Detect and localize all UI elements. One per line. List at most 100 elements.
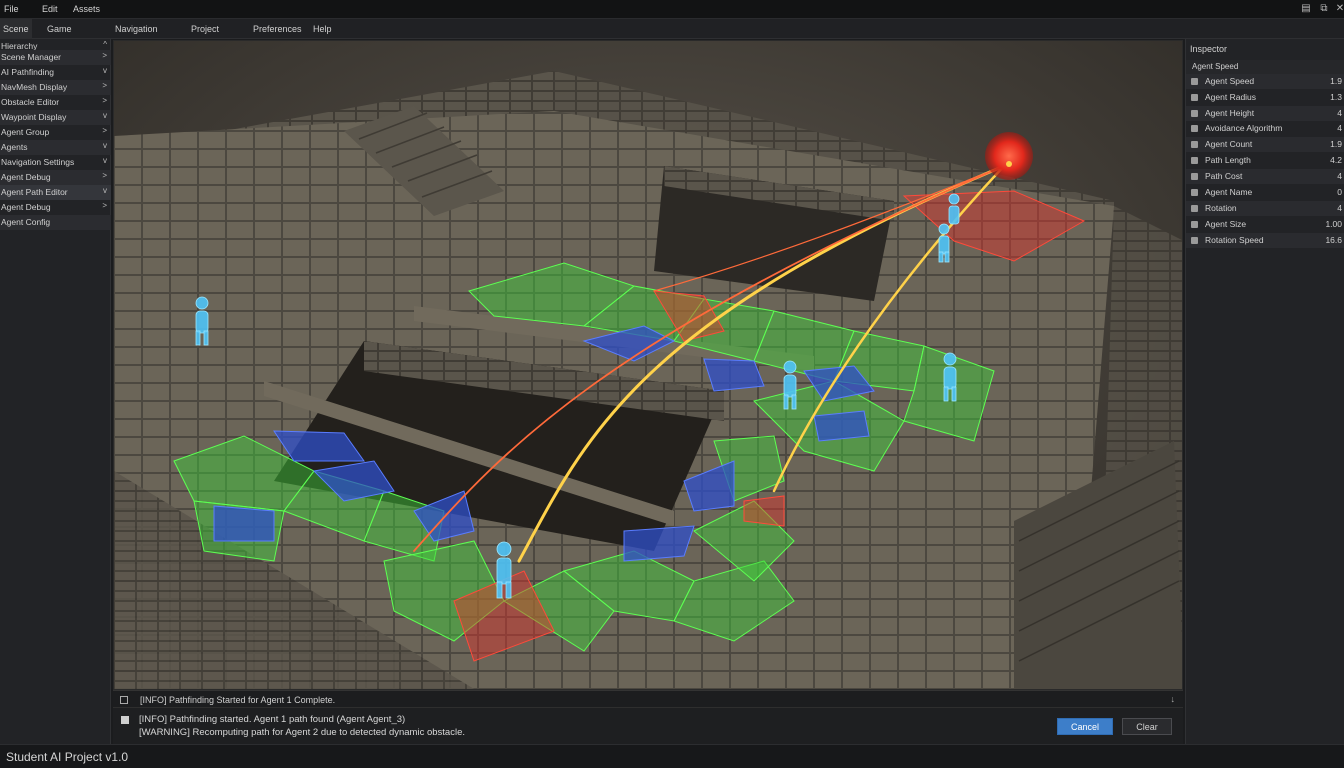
left-item-2[interactable]: AI Pathfinding v: [0, 65, 111, 80]
close-icon[interactable]: ✕: [1334, 3, 1344, 15]
console-line-info: [INFO] Pathfinding started. Agent 1 path…: [139, 714, 406, 725]
hierarchy-panel: Hierarchy ^ Scene Manager > AI Pathfinding…: [0, 39, 111, 744]
menu-bar: File Edit Assets ▤ ⧉ ✕: [0, 0, 1344, 19]
property-value[interactable]: 1.9: [1330, 139, 1342, 149]
property-value[interactable]: 4: [1337, 123, 1342, 133]
property-label: Agent Count: [1205, 139, 1253, 149]
menu-edit[interactable]: Edit: [42, 4, 58, 14]
inspector-row[interactable]: Agent Height 4: [1186, 106, 1344, 121]
inspector-section-header[interactable]: Agent Speed: [1186, 60, 1344, 74]
agent-5[interactable]: [948, 193, 960, 225]
property-value[interactable]: 1.9: [1330, 76, 1342, 86]
cancel-button[interactable]: Cancel: [1057, 718, 1113, 735]
target-marker[interactable]: [985, 132, 1033, 180]
chevron-icon[interactable]: v: [103, 156, 107, 165]
property-label: Agent Size: [1205, 219, 1247, 229]
tab-navigation[interactable]: Navigation: [112, 19, 161, 39]
left-item-6[interactable]: Agent Group >: [0, 125, 111, 140]
property-value[interactable]: 4: [1337, 203, 1342, 213]
left-item-8[interactable]: Navigation Settings v: [0, 155, 111, 170]
inspector-row[interactable]: Agent Size 1.00: [1186, 217, 1344, 232]
property-value[interactable]: 1.00: [1325, 219, 1342, 229]
chevron-icon[interactable]: v: [103, 111, 107, 120]
chevron-icon[interactable]: >: [102, 126, 107, 135]
chevron-down-icon[interactable]: ↓: [1171, 694, 1176, 704]
toolbar: Scene Game Navigation Project Preference…: [0, 19, 1344, 39]
property-label: Avoidance Algorithm: [1205, 123, 1283, 133]
property-value[interactable]: 1.3: [1330, 92, 1342, 102]
inspector-section-label: Agent Speed: [1192, 62, 1239, 71]
clear-button[interactable]: Clear: [1122, 718, 1172, 735]
menu-file[interactable]: File: [4, 4, 19, 14]
inspector-row[interactable]: Rotation Speed 16.6: [1186, 233, 1344, 248]
left-item-9[interactable]: Agent Debug >: [0, 170, 111, 185]
property-value[interactable]: 16.6: [1325, 235, 1342, 245]
inspector-row[interactable]: Rotation 4: [1186, 201, 1344, 216]
tab-project[interactable]: Project: [188, 19, 222, 39]
property-icon: [1191, 189, 1198, 196]
status-bar: Student AI Project v1.0: [0, 744, 1344, 768]
inspector-row[interactable]: Agent Radius 1.3: [1186, 90, 1344, 105]
chevron-icon[interactable]: >: [102, 96, 107, 105]
console-checkbox[interactable]: [121, 716, 129, 724]
menu-assets[interactable]: Assets: [73, 4, 100, 14]
left-item-10[interactable]: Agent Path Editor v: [0, 185, 111, 200]
left-item-label: AI Pathfinding: [1, 67, 54, 77]
property-icon: [1191, 221, 1198, 228]
left-item-4[interactable]: Obstacle Editor >: [0, 95, 111, 110]
property-value[interactable]: 4: [1337, 171, 1342, 181]
minimize-icon[interactable]: ▤: [1300, 3, 1312, 15]
left-item-3[interactable]: NavMesh Display >: [0, 80, 111, 95]
left-item-label: Waypoint Display: [1, 112, 67, 122]
property-label: Agent Height: [1205, 108, 1255, 118]
tab-game[interactable]: Game: [44, 19, 75, 39]
left-item-label: Scene Manager: [1, 52, 62, 62]
property-icon: [1191, 157, 1198, 164]
inspector-title: Inspector: [1190, 44, 1228, 54]
property-value[interactable]: 0: [1337, 187, 1342, 197]
inspector-row[interactable]: Path Cost 4: [1186, 169, 1344, 184]
chevron-icon[interactable]: >: [102, 171, 107, 180]
tab-help[interactable]: Help: [310, 19, 335, 39]
left-item-12[interactable]: Agent Config: [0, 215, 111, 230]
left-item-label: NavMesh Display: [1, 82, 68, 92]
chevron-icon[interactable]: v: [103, 141, 107, 150]
left-item-label: Agent Group: [1, 127, 50, 137]
property-label: Rotation: [1205, 203, 1237, 213]
left-item-5[interactable]: Waypoint Display v: [0, 110, 111, 125]
chevron-icon[interactable]: >: [102, 81, 107, 90]
chevron-icon[interactable]: >: [102, 51, 107, 60]
console-icon[interactable]: [120, 696, 128, 704]
console-header-text: [INFO] Pathfinding Started for Agent 1 C…: [140, 695, 336, 705]
property-value[interactable]: 4.2: [1330, 155, 1342, 165]
left-item-11[interactable]: Agent Debug >: [0, 200, 111, 215]
inspector-row[interactable]: Agent Speed 1.9: [1186, 74, 1344, 89]
chevron-icon[interactable]: ^: [103, 40, 107, 49]
chevron-icon[interactable]: v: [103, 186, 107, 195]
chevron-icon[interactable]: v: [103, 66, 107, 75]
chevron-icon[interactable]: >: [102, 201, 107, 210]
inspector-row[interactable]: Path Length 4.2: [1186, 153, 1344, 168]
left-item-label: Agents: [1, 142, 28, 152]
left-item-label: Agent Path Editor: [1, 187, 68, 197]
property-icon: [1191, 205, 1198, 212]
inspector-row[interactable]: Avoidance Algorithm 4: [1186, 121, 1344, 136]
inspector-row[interactable]: Agent Name 0: [1186, 185, 1344, 200]
property-label: Path Length: [1205, 155, 1251, 165]
property-value[interactable]: 4: [1337, 108, 1342, 118]
left-item-7[interactable]: Agents v: [0, 140, 111, 155]
left-item-1[interactable]: Scene Manager >: [0, 50, 111, 65]
property-label: Agent Name: [1205, 187, 1253, 197]
restore-icon[interactable]: ⧉: [1318, 3, 1330, 15]
target-point: [1006, 161, 1012, 167]
property-label: Agent Radius: [1205, 92, 1257, 102]
left-item-label: Navigation Settings: [1, 157, 75, 167]
left-item-label: Agent Debug: [1, 202, 51, 212]
property-icon: [1191, 110, 1198, 117]
scene-viewport[interactable]: [113, 40, 1183, 690]
console-panel: [INFO] Pathfinding started. Agent 1 path…: [113, 708, 1183, 744]
tab-preferences[interactable]: Preferences: [250, 19, 305, 39]
tab-scene[interactable]: Scene: [0, 19, 32, 39]
property-icon: [1191, 125, 1198, 132]
inspector-row[interactable]: Agent Count 1.9: [1186, 137, 1344, 152]
